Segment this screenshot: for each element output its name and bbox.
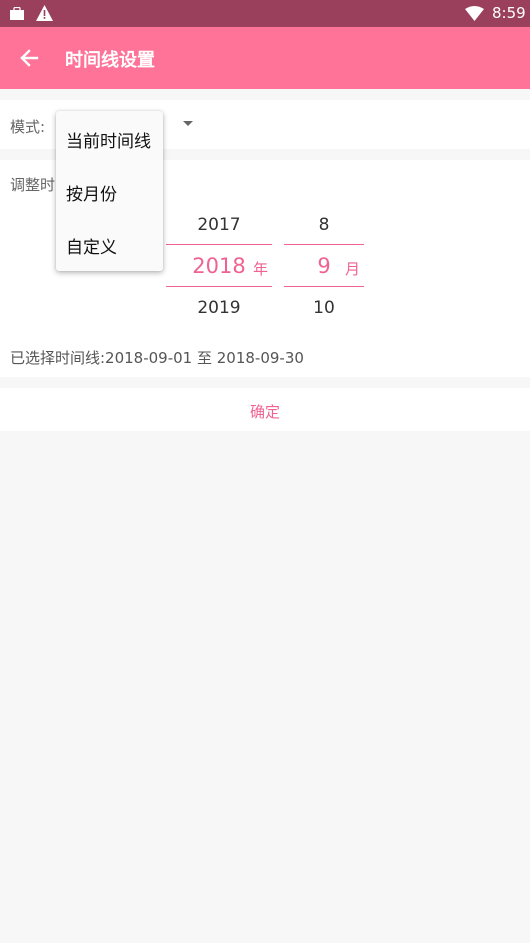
wifi-icon bbox=[465, 6, 484, 21]
warning-icon bbox=[36, 5, 53, 21]
month-bottom-divider bbox=[284, 286, 364, 287]
year-prev-option[interactable]: 2017 bbox=[168, 215, 270, 235]
selected-range-text: 已选择时间线:2018-09-01 至 2018-09-30 bbox=[10, 349, 304, 367]
app-bar: 时间线设置 bbox=[0, 27, 530, 89]
status-time: 8:59 bbox=[492, 4, 526, 22]
year-top-divider bbox=[166, 244, 272, 245]
year-unit-label: 年 bbox=[253, 260, 269, 278]
menu-item-by-month[interactable]: 按月份 bbox=[66, 180, 117, 205]
month-top-divider bbox=[284, 244, 364, 245]
month-prev-option[interactable]: 8 bbox=[284, 215, 364, 235]
year-bottom-divider bbox=[166, 286, 272, 287]
page-title: 时间线设置 bbox=[65, 50, 155, 71]
back-arrow-icon[interactable] bbox=[14, 43, 44, 73]
year-next-option[interactable]: 2019 bbox=[168, 298, 270, 318]
status-bar: 8:59 bbox=[0, 0, 530, 27]
confirm-label: 确定 bbox=[249, 403, 280, 421]
confirm-button[interactable]: 确定 bbox=[0, 388, 530, 431]
mode-label: 模式: bbox=[10, 118, 46, 136]
month-selected[interactable]: 9 bbox=[304, 254, 344, 278]
mode-dropdown-menu: 当前时间线 按月份 自定义 bbox=[56, 111, 163, 271]
dropdown-arrow-icon[interactable] bbox=[183, 121, 193, 126]
month-unit-label: 月 bbox=[345, 260, 361, 278]
month-next-option[interactable]: 10 bbox=[284, 298, 364, 318]
menu-item-current-timeline[interactable]: 当前时间线 bbox=[66, 127, 151, 152]
menu-item-custom[interactable]: 自定义 bbox=[66, 233, 117, 258]
year-selected[interactable]: 2018 bbox=[180, 254, 258, 278]
shopping-bag-icon bbox=[10, 7, 24, 20]
